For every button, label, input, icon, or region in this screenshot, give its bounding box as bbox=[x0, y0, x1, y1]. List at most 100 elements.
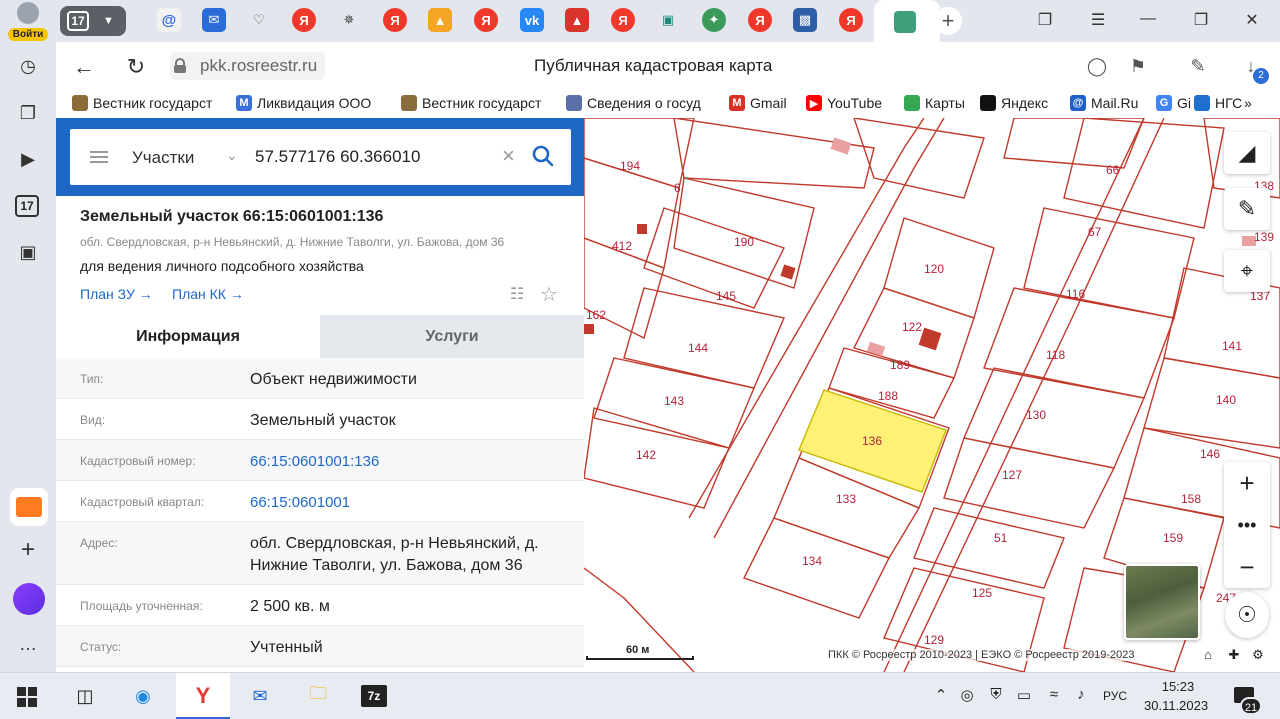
microphone-icon[interactable]: ◎ bbox=[957, 686, 977, 704]
bookmark-2[interactable]: M Ликвидация ООО bbox=[236, 95, 371, 111]
parcel-number-label[interactable]: 162 bbox=[586, 308, 606, 322]
bookmark-6[interactable]: ▶ YouTube bbox=[806, 95, 882, 111]
bookmarks-more-icon[interactable]: » bbox=[1244, 95, 1252, 111]
home-icon[interactable]: ⌂ bbox=[1198, 647, 1218, 662]
play-icon[interactable]: ▶ bbox=[14, 145, 42, 173]
plan-zu-link[interactable]: План ЗУ → bbox=[80, 286, 153, 302]
parcel-number-label[interactable]: 116 bbox=[1066, 287, 1085, 301]
crosshair-icon[interactable]: ✚ bbox=[1224, 647, 1244, 663]
edge-icon[interactable]: ◉ bbox=[128, 681, 158, 711]
tray-expand-icon[interactable]: ⌃ bbox=[931, 686, 951, 704]
satellite-minimap[interactable] bbox=[1124, 564, 1200, 640]
bookmark-11[interactable]: НГС bbox=[1194, 95, 1242, 111]
preview-search-icon[interactable]: ☷ bbox=[510, 284, 530, 304]
add-app-icon[interactable]: + bbox=[14, 536, 42, 564]
info-value-link[interactable]: 66:15:0601001:136 bbox=[250, 451, 570, 473]
bookmark-3[interactable]: Вестник государст bbox=[401, 95, 541, 111]
parcel-number-label[interactable]: 189 bbox=[890, 358, 910, 372]
parcel-number-label[interactable]: 67 bbox=[1088, 225, 1102, 239]
tab-yandex-6[interactable]: Я bbox=[839, 8, 863, 32]
tab-yandex-4[interactable]: Я bbox=[611, 8, 635, 32]
search-type-select[interactable]: Участки bbox=[132, 148, 194, 168]
tab-mail[interactable]: ✉ bbox=[202, 8, 226, 32]
tab-mailru[interactable]: @ bbox=[157, 8, 181, 32]
parcel-number-label[interactable]: 190 bbox=[734, 235, 754, 249]
login-button[interactable]: Войти bbox=[6, 2, 50, 41]
parcel-number-label[interactable]: 188 bbox=[878, 389, 898, 403]
parcel-number-label[interactable]: 118 bbox=[1046, 348, 1065, 362]
parcel-number-label[interactable]: 140 bbox=[1216, 393, 1236, 407]
tab-colorful[interactable]: ✦ bbox=[702, 8, 726, 32]
parcel-number-label[interactable]: 142 bbox=[636, 448, 656, 462]
task-view-icon[interactable]: ◫ bbox=[70, 681, 100, 711]
parcel-number-label[interactable]: 129 bbox=[924, 633, 944, 647]
parcel-number-label[interactable]: 6 bbox=[674, 181, 681, 195]
settings-icon[interactable]: ⚙ bbox=[1248, 647, 1268, 663]
reload-icon[interactable]: ↻ bbox=[122, 54, 150, 80]
volume-icon[interactable]: ♪ bbox=[1071, 686, 1091, 703]
7zip-icon[interactable]: 7z bbox=[361, 685, 387, 707]
parcel-number-label[interactable]: 122 bbox=[902, 320, 922, 334]
minimize-icon[interactable]: — bbox=[1136, 10, 1160, 28]
tab-information[interactable]: Информация bbox=[56, 315, 320, 358]
new-tab-button[interactable]: + bbox=[934, 7, 962, 35]
parcel-number-label[interactable]: 145 bbox=[716, 289, 736, 303]
compass-icon[interactable]: ☉ bbox=[1225, 592, 1269, 638]
mail-app-icon[interactable] bbox=[10, 488, 48, 526]
bookmark-9[interactable]: @ Mail.Ru bbox=[1070, 95, 1138, 111]
chevron-down-icon[interactable]: ⌄ bbox=[226, 147, 238, 164]
bookmark-5[interactable]: M Gmail bbox=[729, 95, 787, 111]
calendar-icon[interactable]: 17 bbox=[15, 195, 39, 217]
history-icon[interactable]: ◷ bbox=[14, 52, 42, 80]
tab-services[interactable]: Услуги bbox=[320, 315, 584, 358]
clock-time[interactable]: 15:23 bbox=[1158, 679, 1198, 694]
zoom-out-button[interactable]: − bbox=[1224, 546, 1270, 588]
search-icon[interactable] bbox=[530, 143, 556, 169]
language-indicator[interactable]: РУС bbox=[1103, 689, 1127, 703]
windows-start-icon[interactable] bbox=[17, 687, 37, 707]
parcel-number-label[interactable]: 159 bbox=[1163, 531, 1183, 545]
security-icon[interactable]: ⛨ bbox=[986, 686, 1006, 703]
mail-taskbar-icon[interactable]: ✉ bbox=[245, 681, 275, 711]
screenshot-icon[interactable]: ▣ bbox=[14, 238, 42, 266]
star-icon[interactable]: ☆ bbox=[540, 282, 558, 307]
bookmark-7[interactable]: Карты bbox=[904, 95, 965, 111]
locate-button[interactable]: ⌖ bbox=[1224, 250, 1270, 292]
parcel-number-label[interactable]: 146 bbox=[1200, 447, 1220, 461]
bookmark-4[interactable]: Сведения о госуд bbox=[566, 95, 701, 111]
tab-buildings[interactable]: ▩ bbox=[793, 8, 817, 32]
parcel-number-label[interactable]: 158 bbox=[1181, 492, 1201, 506]
parcel-number-label[interactable]: 412 bbox=[612, 239, 632, 253]
cadastral-map[interactable]: 194 6 412 190 145 162 144 143 142 120 122 189 188 136… bbox=[584, 118, 1280, 672]
search-input[interactable] bbox=[255, 141, 495, 173]
alice-assistant-icon[interactable] bbox=[13, 583, 45, 615]
parcel-number-label[interactable]: 120 bbox=[924, 262, 944, 276]
info-value-link[interactable]: 66:15:0601001 bbox=[250, 492, 570, 514]
protect-icon[interactable]: ◯ bbox=[1085, 56, 1109, 77]
clock-date[interactable]: 30.11.2023 bbox=[1144, 698, 1208, 713]
layers-button[interactable]: ◢ bbox=[1224, 132, 1270, 174]
parcel-number-label[interactable]: 194 bbox=[620, 159, 640, 173]
close-icon[interactable]: ✕ bbox=[1240, 10, 1264, 30]
parcel-number-label[interactable]: 51 bbox=[994, 531, 1008, 545]
yandex-browser-icon[interactable]: Y bbox=[188, 681, 218, 711]
parcel-number-label[interactable]: 143 bbox=[664, 394, 684, 408]
tab-map[interactable]: ✵ bbox=[337, 8, 361, 32]
wifi-icon[interactable]: ≈ bbox=[1044, 686, 1064, 703]
bookmark-icon[interactable]: ⚑ bbox=[1126, 56, 1150, 77]
lock-icon[interactable] bbox=[174, 58, 186, 73]
ruler-button[interactable]: ✎ bbox=[1224, 188, 1270, 230]
tab-alert[interactable]: ▲ bbox=[565, 8, 589, 32]
bookmark-1[interactable]: Вестник государст bbox=[72, 95, 212, 111]
restore-icon[interactable]: ❐ bbox=[1189, 10, 1213, 30]
tab-yandex-5[interactable]: Я bbox=[748, 8, 772, 32]
url-field[interactable]: pkk.rosreestr.ru bbox=[170, 52, 326, 80]
plan-kk-link[interactable]: План КК → bbox=[172, 286, 244, 302]
extensions-icon[interactable]: ✎ bbox=[1186, 56, 1210, 77]
tabs-manager-icon[interactable]: ❐ bbox=[1033, 10, 1057, 30]
parcel-number-label[interactable]: 141 bbox=[1222, 339, 1242, 353]
more-icon[interactable]: … bbox=[14, 630, 42, 658]
collections-icon[interactable]: ❐ bbox=[14, 99, 42, 127]
bookmark-10[interactable]: G Gi bbox=[1156, 95, 1191, 111]
parcel-number-label[interactable]: 125 bbox=[972, 586, 992, 600]
